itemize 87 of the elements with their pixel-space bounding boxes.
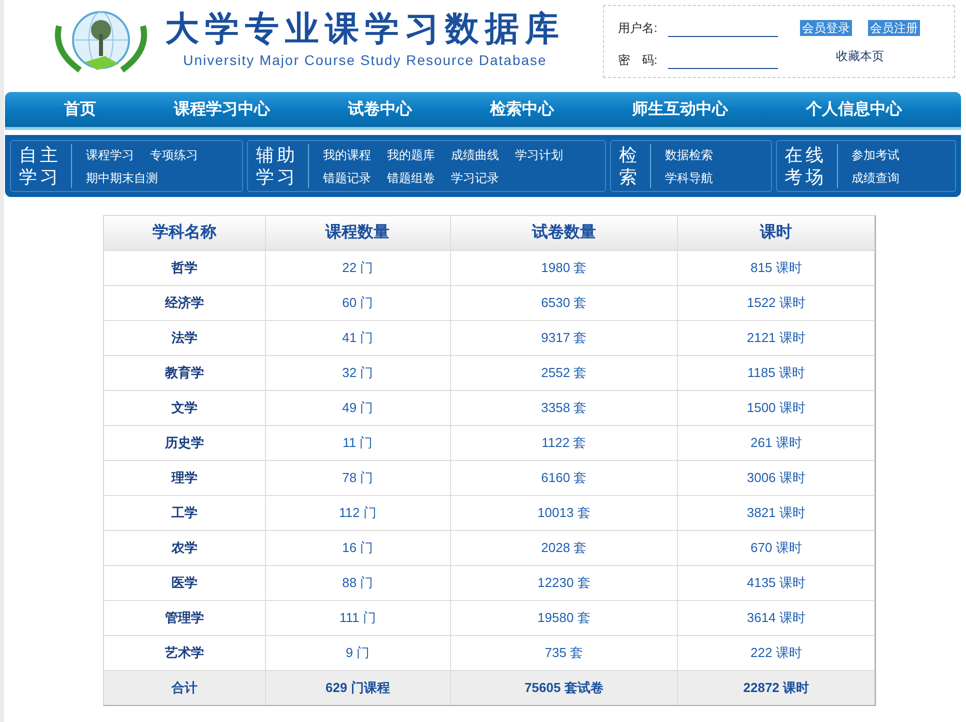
group-title: 在线 (784, 144, 827, 166)
table-cell: 10013 套 (450, 496, 678, 530)
table-cell: 2028 套 (450, 531, 678, 565)
table-cell: 670 课时 (678, 531, 876, 565)
sub-nav-link[interactable]: 成绩曲线 (451, 146, 499, 164)
sub-nav-link[interactable]: 期中期末自测 (86, 168, 158, 186)
table-cell: 法学 (104, 321, 266, 355)
bookmark-link[interactable]: 收藏本页 (836, 47, 884, 65)
table-cell: 9317 套 (450, 321, 678, 355)
nav-link[interactable]: 课程学习中心 (174, 98, 270, 122)
sub-nav-link[interactable]: 数据检索 (664, 146, 713, 164)
sub-nav-link[interactable]: 错题记录 (323, 168, 371, 186)
sub-nav-link[interactable]: 课程学习 (86, 146, 134, 164)
sub-nav-link[interactable]: 我的课程 (323, 146, 371, 164)
total-cell: 629 门课程 (266, 671, 451, 705)
table-cell: 2552 套 (450, 356, 678, 390)
nav-link[interactable]: 师生互动中心 (632, 98, 728, 122)
table-cell: 经济学 (104, 286, 266, 320)
table-cell: 19580 套 (450, 601, 678, 635)
sub-nav-link[interactable]: 参加考试 (852, 146, 900, 164)
table-cell: 815 课时 (678, 251, 876, 285)
table-cell: 3006 课时 (678, 461, 876, 495)
table-cell: 3358 套 (450, 391, 678, 425)
column-header: 试卷数量 (450, 216, 678, 250)
table-cell: 工学 (104, 496, 266, 530)
password-label: 密 码: (618, 52, 658, 69)
table-cell: 1122 套 (450, 426, 678, 460)
nav-link[interactable]: 首页 (64, 98, 96, 122)
table-cell: 3614 课时 (678, 601, 876, 635)
total-cell: 22872 课时 (678, 671, 876, 705)
table-cell: 1500 课时 (678, 391, 876, 425)
table-cell: 22 门 (266, 251, 451, 285)
table-cell: 49 门 (266, 391, 451, 425)
sub-nav-link[interactable]: 学习记录 (451, 168, 499, 186)
group-title: 辅助 (256, 144, 298, 166)
site-title: 大学专业课学习数据库 (165, 8, 565, 50)
table-cell: 3821 课时 (678, 496, 876, 530)
group-title: 学习 (256, 166, 298, 188)
column-header: 课程数量 (266, 216, 451, 250)
column-header: 学科名称 (104, 216, 266, 250)
nav-link[interactable]: 个人信息中心 (806, 98, 902, 122)
table-cell: 112 门 (266, 496, 451, 530)
sub-nav-link[interactable]: 成绩查询 (852, 168, 900, 186)
table-cell: 管理学 (104, 601, 266, 635)
total-cell: 75605 套试卷 (450, 671, 678, 705)
table-cell: 12230 套 (450, 566, 678, 600)
group-title: 学习 (19, 166, 61, 188)
group-title: 考场 (784, 166, 827, 188)
table-cell: 261 课时 (678, 426, 876, 460)
sub-nav-link[interactable]: 我的题库 (387, 146, 435, 164)
table-cell: 2121 课时 (678, 321, 876, 355)
table-cell: 88 门 (266, 566, 451, 600)
table-cell: 文学 (104, 391, 266, 425)
nav-link[interactable]: 检索中心 (490, 98, 554, 122)
login-button[interactable]: 会员登录 (800, 20, 852, 36)
table-cell: 农学 (104, 531, 266, 565)
table-cell: 1185 课时 (678, 356, 876, 390)
table-cell: 111 门 (266, 601, 451, 635)
table-cell: 4135 课时 (678, 566, 876, 600)
column-header: 课时 (678, 216, 876, 250)
table-cell: 41 门 (266, 321, 451, 355)
table-cell: 医学 (104, 566, 266, 600)
table-cell: 1980 套 (450, 251, 678, 285)
site-subtitle: University Major Course Study Resource Database (183, 51, 547, 70)
register-button[interactable]: 会员注册 (868, 20, 920, 36)
nav-link[interactable]: 试卷中心 (348, 98, 412, 122)
table-cell: 理学 (104, 461, 266, 495)
table-cell: 哲学 (104, 251, 266, 285)
total-cell: 合计 (104, 671, 266, 705)
group-title: 检 (618, 144, 640, 166)
table-cell: 教育学 (104, 356, 266, 390)
sub-nav-link[interactable]: 专项练习 (150, 146, 198, 164)
table-cell: 6530 套 (450, 286, 678, 320)
group-title: 自主 (19, 144, 61, 166)
table-cell: 1522 课时 (678, 286, 876, 320)
table-cell: 历史学 (104, 426, 266, 460)
sub-nav-link[interactable]: 错题组卷 (387, 168, 435, 186)
group-title: 索 (618, 166, 640, 188)
table-cell: 78 门 (266, 461, 451, 495)
table-cell: 16 门 (266, 531, 451, 565)
table-cell: 6160 套 (450, 461, 678, 495)
sub-nav-link[interactable]: 学科导航 (664, 168, 713, 186)
username-label: 用户名: (618, 20, 658, 37)
table-cell: 60 门 (266, 286, 451, 320)
table-cell: 32 门 (266, 356, 451, 390)
sub-nav-link[interactable]: 学习计划 (515, 146, 563, 164)
table-cell: 11 门 (266, 426, 451, 460)
